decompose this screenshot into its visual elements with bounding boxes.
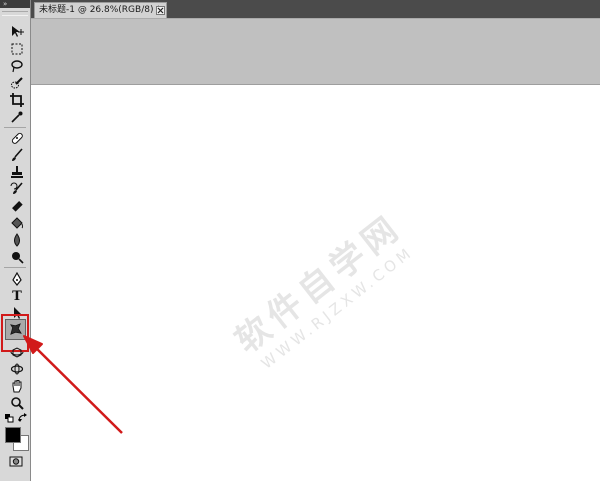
- 3d-rotate-icon: [10, 347, 24, 358]
- zoom-tool-button[interactable]: [9, 395, 25, 411]
- tab-close-button[interactable]: [156, 6, 165, 15]
- eraser-icon: [12, 201, 23, 212]
- brush-tool-button[interactable]: [9, 147, 25, 163]
- marquee-tool-button[interactable]: [9, 41, 25, 57]
- clone-stamp-tool-button[interactable]: [9, 164, 25, 180]
- custom-shape-icon: [9, 323, 22, 335]
- eyedropper-icon: [11, 111, 23, 123]
- eyedropper-tool-button[interactable]: [9, 109, 25, 125]
- foreground-color-swatch[interactable]: [5, 427, 21, 443]
- default-colors-button[interactable]: [4, 413, 14, 423]
- 3d-rotate-tool-button[interactable]: [9, 344, 25, 360]
- quick-mask-button[interactable]: [8, 453, 24, 469]
- healing-brush-tool-button[interactable]: [9, 130, 25, 146]
- dodge-tool-button[interactable]: [9, 249, 25, 265]
- watermark: 软件自学网 WWW.RJZXW.COM: [207, 188, 495, 462]
- type-tool-button[interactable]: T: [9, 288, 25, 304]
- swap-colors-button[interactable]: [18, 413, 28, 423]
- healing-brush-icon: [11, 132, 23, 144]
- paint-bucket-icon: [11, 217, 23, 229]
- quick-selection-tool-button[interactable]: [9, 75, 25, 91]
- 3d-orbit-tool-button[interactable]: [9, 361, 25, 377]
- pasteboard[interactable]: [31, 18, 600, 84]
- rectangular-marquee-icon: [11, 43, 23, 55]
- document-tab-title: 未标题-1 @ 26.8%(RGB/8) *: [39, 5, 161, 15]
- default-colors-icon: [5, 414, 14, 423]
- tool-separator: [4, 127, 26, 128]
- zoom-icon: [11, 397, 24, 410]
- eraser-tool-button[interactable]: [9, 198, 25, 214]
- tool-separator: [4, 267, 26, 268]
- document-tab-bar: 未标题-1 @ 26.8%(RGB/8) *: [31, 0, 600, 18]
- tools-panel: » T: [0, 0, 31, 481]
- history-brush-tool-button[interactable]: [9, 181, 25, 197]
- lasso-icon: [11, 60, 23, 73]
- panel-header-label: »: [3, 0, 8, 8]
- 3d-orbit-icon: [10, 363, 24, 375]
- watermark-sub-text: WWW.RJZXW.COM: [257, 242, 418, 373]
- quick-mask-icon: [9, 456, 23, 467]
- close-icon: [157, 7, 164, 14]
- move-icon: [12, 26, 24, 37]
- watermark-main-text: 软件自学网: [227, 206, 411, 362]
- swap-colors-icon: [18, 413, 27, 422]
- hand-tool-button[interactable]: [9, 378, 25, 394]
- move-tool-button[interactable]: [9, 24, 25, 40]
- document-canvas[interactable]: 软件自学网 WWW.RJZXW.COM: [31, 84, 600, 481]
- type-icon: T: [12, 288, 22, 304]
- panel-grip[interactable]: [2, 11, 28, 16]
- panel-collapse-button[interactable]: »: [0, 0, 30, 8]
- custom-shape-tool-button[interactable]: [5, 319, 26, 340]
- brush-icon: [12, 148, 23, 161]
- quick-selection-icon: [11, 77, 23, 89]
- hand-icon: [12, 380, 22, 393]
- dodge-icon: [12, 252, 24, 264]
- lasso-tool-button[interactable]: [9, 58, 25, 74]
- clone-stamp-icon: [11, 166, 23, 178]
- document-tab[interactable]: 未标题-1 @ 26.8%(RGB/8) *: [34, 2, 167, 18]
- crop-icon: [10, 93, 24, 107]
- history-brush-icon: [10, 182, 23, 194]
- paint-bucket-tool-button[interactable]: [9, 215, 25, 231]
- crop-tool-button[interactable]: [9, 92, 25, 108]
- blur-tool-button[interactable]: [9, 232, 25, 248]
- pen-tool-button[interactable]: [9, 271, 25, 287]
- blur-drop-icon: [14, 233, 20, 247]
- pen-icon: [12, 272, 22, 286]
